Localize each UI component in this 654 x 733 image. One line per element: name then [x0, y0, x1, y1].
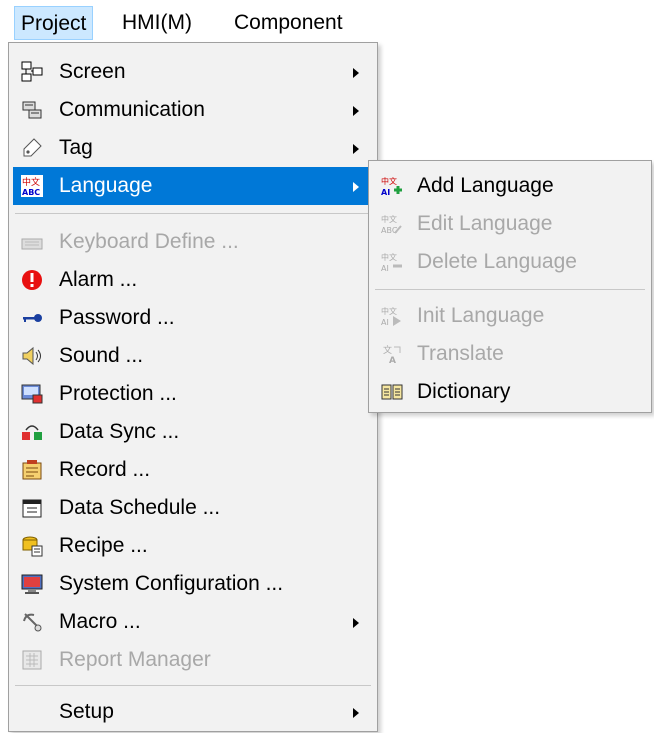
menu-item-label: Password ...	[59, 306, 175, 329]
language-submenu: 中文 AI Add Language 中文 ABC Edit Language 中文…	[368, 160, 652, 413]
menu-item-label: Edit Language	[417, 212, 553, 235]
submenu-arrow-icon	[353, 106, 359, 116]
dictionary-icon	[381, 381, 403, 403]
submenu-arrow-icon	[353, 182, 359, 192]
protection-icon	[21, 383, 43, 405]
menu-item-edit-language[interactable]: 中文 ABC Edit Language	[373, 205, 647, 243]
add-language-icon: 中文 AI	[381, 175, 403, 197]
macro-icon	[21, 611, 43, 633]
key-icon	[21, 307, 43, 329]
menu-item-label: Translate	[417, 342, 504, 365]
svg-text:文: 文	[383, 344, 392, 356]
menu-item-label: System Configuration ...	[59, 572, 284, 595]
menu-item-communication[interactable]: Communication	[13, 91, 373, 129]
menu-item-label: Recipe ...	[59, 534, 148, 557]
menu-item-label: Communication	[59, 98, 205, 121]
menu-item-label: Data Schedule ...	[59, 496, 221, 519]
communication-icon	[21, 99, 43, 121]
menu-item-label: Macro ...	[59, 610, 141, 633]
edit-language-icon: 中文 ABC	[381, 213, 403, 235]
menu-item-label: Report Manager	[59, 648, 211, 671]
system-configuration-icon	[21, 573, 43, 595]
menu-item-init-language[interactable]: 中文 AI Init Language	[373, 297, 647, 335]
menu-item-label: Tag	[59, 136, 93, 159]
menu-bar: Project HMI(M) Component	[0, 0, 654, 46]
menu-item-label: Alarm ...	[59, 268, 138, 291]
menu-item-setup[interactable]: Setup	[13, 693, 373, 731]
submenu-arrow-icon	[353, 708, 359, 718]
menu-item-label: Init Language	[417, 304, 545, 327]
menu-item-password[interactable]: Password ...	[13, 299, 373, 337]
menu-separator	[375, 289, 645, 290]
menu-item-label: Language	[59, 174, 153, 197]
menu-project[interactable]: Project	[14, 6, 94, 40]
language-icon: 中文 ABC	[21, 175, 43, 197]
menu-item-dictionary[interactable]: Dictionary	[373, 373, 647, 411]
svg-text:AI: AI	[381, 264, 389, 273]
recipe-icon	[21, 535, 43, 557]
sound-icon	[21, 345, 43, 367]
tag-icon	[21, 137, 43, 159]
menu-item-label: Delete Language	[417, 250, 577, 273]
menu-item-language[interactable]: 中文 ABC Language	[13, 167, 373, 205]
translate-icon: 文A	[381, 343, 403, 365]
menu-item-protection[interactable]: Protection ...	[13, 375, 373, 413]
svg-text:中文: 中文	[22, 176, 40, 188]
submenu-arrow-icon	[353, 144, 359, 154]
svg-text:A: A	[389, 356, 396, 365]
menu-separator	[15, 213, 371, 214]
menu-item-translate[interactable]: 文A Translate	[373, 335, 647, 373]
project-menu: Screen Communication Tag 中文 ABC Language …	[8, 42, 378, 732]
keyboard-icon	[21, 231, 43, 253]
menu-item-data-schedule[interactable]: Data Schedule ...	[13, 489, 373, 527]
svg-text:AI: AI	[381, 188, 390, 197]
menu-item-screen[interactable]: Screen	[13, 53, 373, 91]
svg-text:中文: 中文	[381, 214, 397, 224]
report-manager-icon	[21, 649, 43, 671]
menu-item-label: Keyboard Define ...	[59, 230, 239, 253]
alarm-icon	[21, 269, 43, 291]
menu-item-alarm[interactable]: Alarm ...	[13, 261, 373, 299]
menu-hmi[interactable]: HMI(M)	[116, 6, 198, 40]
menu-item-label: Dictionary	[417, 380, 511, 403]
screen-icon	[21, 61, 43, 83]
menu-item-label: Data Sync ...	[59, 420, 180, 443]
submenu-arrow-icon	[353, 618, 359, 628]
menu-item-data-sync[interactable]: Data Sync ...	[13, 413, 373, 451]
menu-item-label: Screen	[59, 60, 126, 83]
data-schedule-icon	[21, 497, 43, 519]
menu-item-system-configuration[interactable]: System Configuration ...	[13, 565, 373, 603]
init-language-icon: 中文 AI	[381, 305, 403, 327]
menu-item-record[interactable]: Record ...	[13, 451, 373, 489]
menu-item-sound[interactable]: Sound ...	[13, 337, 373, 375]
menu-item-label: Setup	[59, 700, 114, 723]
svg-text:ABC: ABC	[381, 226, 398, 235]
menu-separator	[15, 685, 371, 686]
svg-text:中文: 中文	[381, 176, 397, 186]
menu-item-label: Protection ...	[59, 382, 177, 405]
svg-text:中文: 中文	[381, 252, 397, 262]
menu-item-macro[interactable]: Macro ...	[13, 603, 373, 641]
menu-component[interactable]: Component	[228, 6, 349, 40]
data-sync-icon	[21, 421, 43, 443]
menu-item-report-manager[interactable]: Report Manager	[13, 641, 373, 679]
menu-item-tag[interactable]: Tag	[13, 129, 373, 167]
menu-item-add-language[interactable]: 中文 AI Add Language	[373, 167, 647, 205]
menu-item-label: Sound ...	[59, 344, 144, 367]
menu-item-keyboard-define[interactable]: Keyboard Define ...	[13, 223, 373, 261]
menu-item-recipe[interactable]: Recipe ...	[13, 527, 373, 565]
svg-text:ABC: ABC	[22, 188, 40, 197]
delete-language-icon: 中文 AI	[381, 251, 403, 273]
svg-text:中文: 中文	[381, 306, 397, 316]
submenu-arrow-icon	[353, 68, 359, 78]
menu-item-label: Record ...	[59, 458, 151, 481]
menu-item-delete-language[interactable]: 中文 AI Delete Language	[373, 243, 647, 281]
menu-item-label: Add Language	[417, 174, 554, 197]
svg-text:AI: AI	[381, 318, 389, 327]
record-icon	[21, 459, 43, 481]
